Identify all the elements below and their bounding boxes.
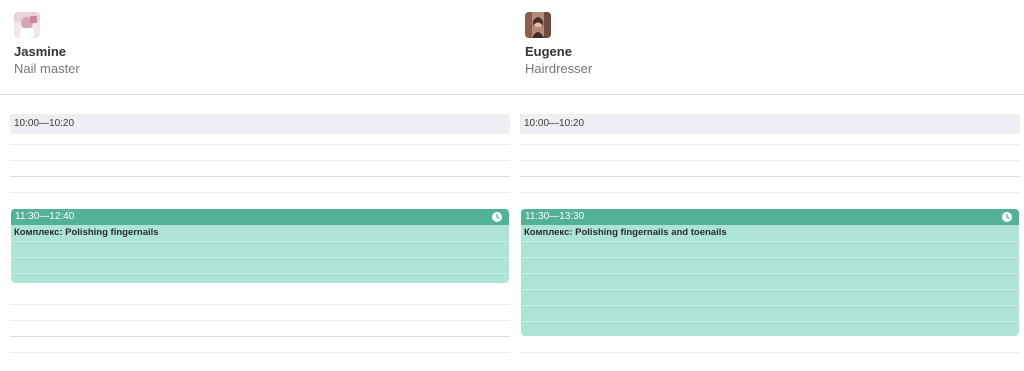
avatar[interactable] bbox=[14, 12, 40, 38]
appointment-time: 11:30—12:40 bbox=[15, 211, 75, 222]
blocked-time-label: 10:00—10:20 bbox=[14, 118, 75, 129]
staff-card-eugene[interactable]: Eugene Hairdresser bbox=[525, 0, 1005, 95]
schedule-column-jasmine: 10:00—10:20 11:30—12:40 Комплекс: Polish… bbox=[10, 96, 510, 371]
appointment-grid-line bbox=[521, 305, 1019, 306]
appointment-title: Комплекс: Polishing fingernails and toen… bbox=[524, 227, 727, 238]
appointment-title: Комплекс: Polishing fingernails bbox=[14, 227, 159, 238]
staff-header: Jasmine Nail master Eugene Hairdresser bbox=[0, 0, 1024, 95]
time-slot-divider bbox=[10, 320, 510, 321]
time-slot-divider bbox=[520, 160, 1020, 161]
time-slot-divider bbox=[10, 160, 510, 161]
staff-name: Eugene bbox=[525, 44, 572, 59]
schedule-column-eugene: 10:00—10:20 11:30—13:30 Комплекс: Polish… bbox=[520, 96, 1020, 371]
time-slot-divider bbox=[520, 144, 1020, 145]
staff-card-jasmine[interactable]: Jasmine Nail master bbox=[14, 0, 494, 95]
time-slot-divider bbox=[10, 304, 510, 305]
staff-name: Jasmine bbox=[14, 44, 67, 59]
clock-icon bbox=[1002, 212, 1012, 222]
time-slot-divider bbox=[10, 336, 510, 337]
time-slot-divider bbox=[520, 176, 1020, 177]
time-slot-divider bbox=[10, 144, 510, 145]
appointment-grid-line bbox=[521, 241, 1019, 242]
time-slot-divider bbox=[10, 352, 510, 353]
time-slot-divider bbox=[520, 192, 1020, 193]
avatar[interactable] bbox=[525, 12, 551, 38]
appointment-grid-line bbox=[521, 321, 1019, 322]
time-slot-divider bbox=[520, 352, 1020, 353]
appointment-card[interactable]: 11:30—13:30 Комплекс: Polishing fingerna… bbox=[521, 209, 1019, 336]
blocked-time-label: 10:00—10:20 bbox=[524, 118, 585, 129]
staff-role: Hairdresser bbox=[525, 61, 593, 76]
staff-role: Nail master bbox=[14, 61, 80, 76]
blocked-time-slot[interactable]: 10:00—10:20 bbox=[10, 114, 510, 134]
appointment-header: 11:30—12:40 bbox=[11, 209, 509, 225]
appointment-card[interactable]: 11:30—12:40 Комплекс: Polishing fingerna… bbox=[11, 209, 509, 283]
appointment-grid-line bbox=[521, 289, 1019, 290]
time-slot-divider bbox=[10, 176, 510, 177]
appointment-header: 11:30—13:30 bbox=[521, 209, 1019, 225]
clock-icon bbox=[492, 212, 502, 222]
appointment-grid-line bbox=[521, 257, 1019, 258]
appointment-grid-line bbox=[521, 273, 1019, 274]
appointment-grid-line bbox=[11, 241, 509, 242]
blocked-time-slot[interactable]: 10:00—10:20 bbox=[520, 114, 1020, 134]
appointment-time: 11:30—13:30 bbox=[525, 211, 585, 222]
time-slot-divider bbox=[10, 192, 510, 193]
appointment-grid-line bbox=[11, 257, 509, 258]
appointment-grid-line bbox=[11, 273, 509, 274]
